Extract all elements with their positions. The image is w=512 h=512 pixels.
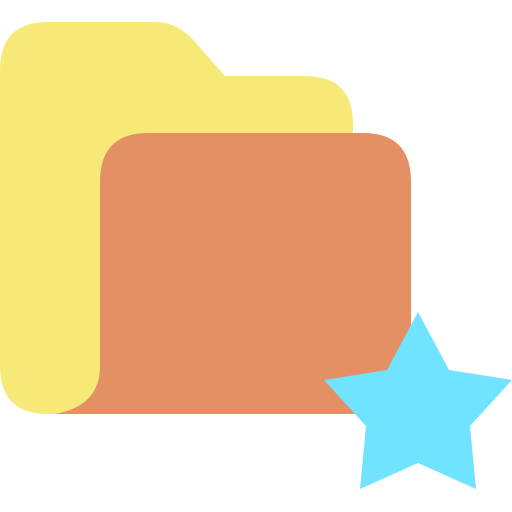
favorite-folder-svg [0,22,512,489]
favorite-folder-icon [0,0,512,512]
folder-front-icon [55,133,411,414]
